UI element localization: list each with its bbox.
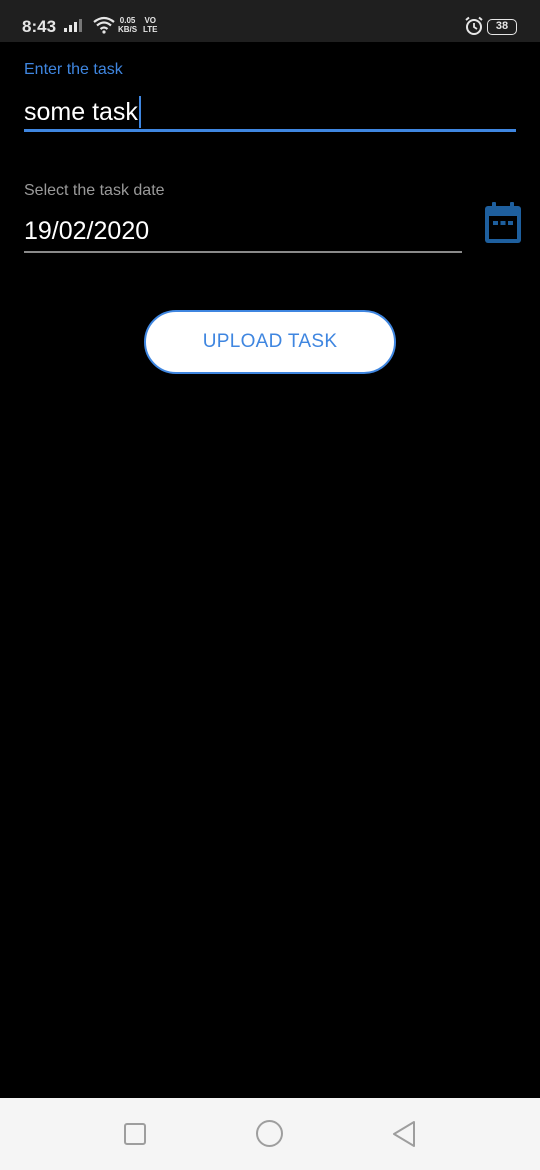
text-cursor [138, 96, 141, 128]
home-icon[interactable] [256, 1120, 283, 1147]
upload-task-button[interactable]: UPLOAD TASK [144, 310, 396, 374]
back-icon[interactable] [391, 1120, 417, 1148]
recent-apps-icon[interactable] [124, 1123, 146, 1145]
calendar-icon[interactable] [482, 201, 524, 245]
network-speed-value: 0.05 [119, 16, 136, 25]
screen: 8:43 0.05 KB/S VO LTE 38 Enter the task … [0, 0, 540, 1170]
task-input[interactable]: some task [24, 96, 141, 128]
task-input-label: Enter the task [24, 61, 123, 78]
date-input-label: Select the task date [24, 182, 165, 199]
network-speed-unit: KB/S [118, 25, 138, 34]
network-speed: 0.05 KB/S [118, 16, 137, 34]
wifi-icon [93, 16, 115, 34]
volte-indicator: VO LTE [143, 16, 158, 34]
navigation-bar [0, 1098, 540, 1170]
volte-bottom: LTE [143, 25, 158, 34]
task-input-underline [24, 129, 516, 132]
status-time: 8:43 [22, 17, 57, 36]
signal-icon [64, 18, 82, 32]
status-bar: 8:43 0.05 KB/S VO LTE 38 [0, 0, 540, 42]
date-input-value[interactable]: 19/02/2020 [24, 217, 149, 246]
alarm-icon [465, 16, 483, 35]
date-input-underline [24, 251, 462, 253]
task-input-value: some task [24, 97, 138, 126]
battery-indicator: 38 [487, 19, 517, 35]
volte-top: VO [144, 16, 157, 25]
